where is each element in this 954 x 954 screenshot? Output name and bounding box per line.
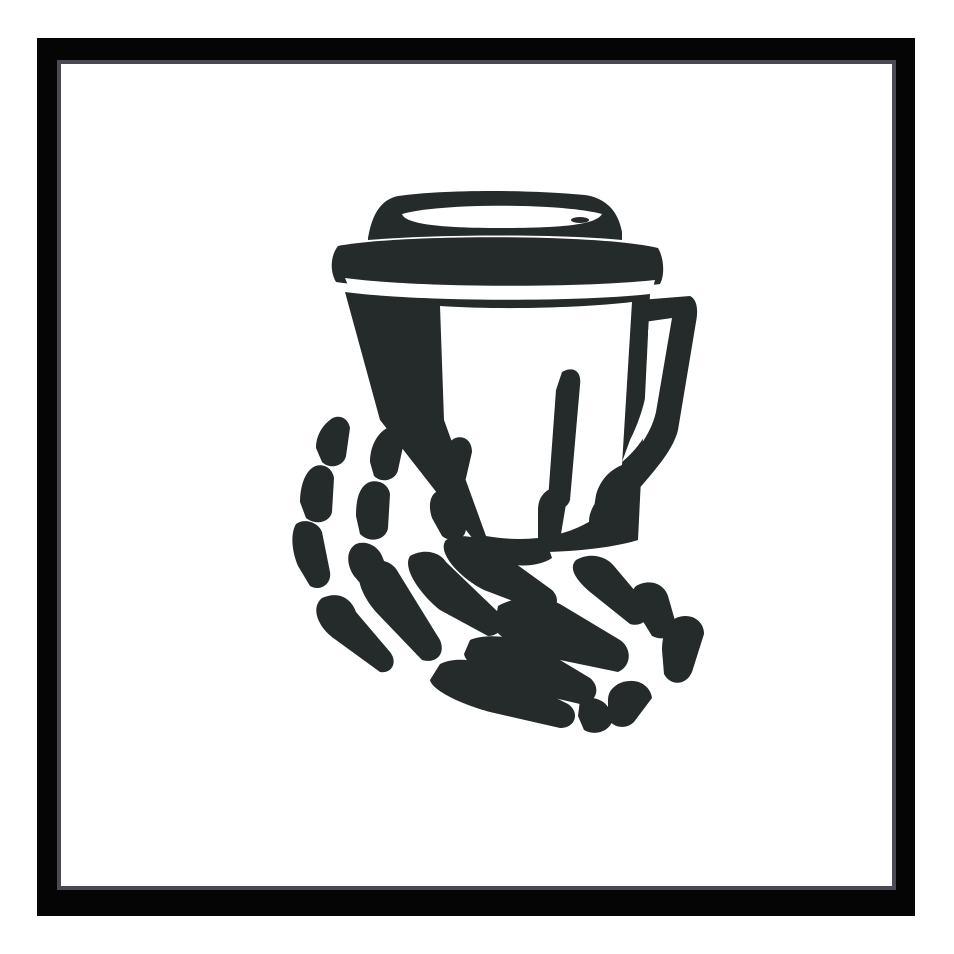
cup-lid-highlight [402, 205, 602, 228]
framed-artwork [37, 38, 915, 916]
cup-lid-sip-hole [571, 217, 589, 223]
image-canvas [0, 0, 954, 954]
picture-frame [37, 38, 915, 916]
finger-2-middle [356, 481, 390, 540]
